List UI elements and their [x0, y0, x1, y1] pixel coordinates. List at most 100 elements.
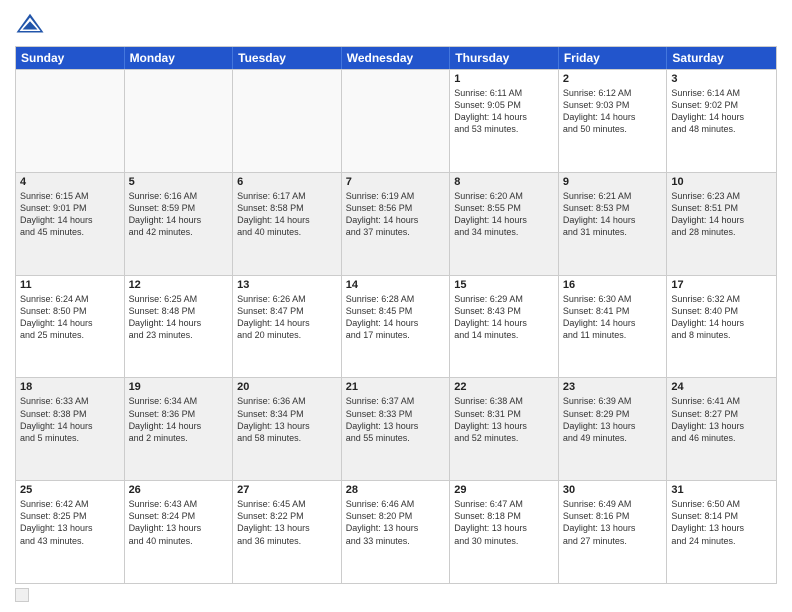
day-cell-17: 17 Sunrise: 6:32 AM Sunset: 8:40 PM Dayli… — [667, 276, 776, 378]
day-info-1: Sunrise: 6:11 AM Sunset: 9:05 PM Dayligh… — [454, 87, 554, 136]
day-number-26: 26 — [129, 484, 229, 496]
day-cell-27: 27 Sunrise: 6:45 AM Sunset: 8:22 PM Dayli… — [233, 481, 342, 583]
day-number-2: 2 — [563, 73, 663, 85]
day-info-12: Sunrise: 6:25 AM Sunset: 8:48 PM Dayligh… — [129, 293, 229, 342]
day-cell-7: 7 Sunrise: 6:19 AM Sunset: 8:56 PM Daylig… — [342, 173, 451, 275]
day-number-7: 7 — [346, 176, 446, 188]
day-info-19: Sunrise: 6:34 AM Sunset: 8:36 PM Dayligh… — [129, 395, 229, 444]
week-row-2: 11 Sunrise: 6:24 AM Sunset: 8:50 PM Dayli… — [16, 275, 776, 378]
day-cell-26: 26 Sunrise: 6:43 AM Sunset: 8:24 PM Dayli… — [125, 481, 234, 583]
day-cell-21: 21 Sunrise: 6:37 AM Sunset: 8:33 PM Dayli… — [342, 378, 451, 480]
day-number-27: 27 — [237, 484, 337, 496]
day-cell-28: 28 Sunrise: 6:46 AM Sunset: 8:20 PM Dayli… — [342, 481, 451, 583]
day-number-21: 21 — [346, 381, 446, 393]
day-info-25: Sunrise: 6:42 AM Sunset: 8:25 PM Dayligh… — [20, 498, 120, 547]
week-row-0: 1 Sunrise: 6:11 AM Sunset: 9:05 PM Daylig… — [16, 69, 776, 172]
day-info-23: Sunrise: 6:39 AM Sunset: 8:29 PM Dayligh… — [563, 395, 663, 444]
day-info-13: Sunrise: 6:26 AM Sunset: 8:47 PM Dayligh… — [237, 293, 337, 342]
day-number-3: 3 — [671, 73, 772, 85]
day-number-12: 12 — [129, 279, 229, 291]
day-cell-19: 19 Sunrise: 6:34 AM Sunset: 8:36 PM Dayli… — [125, 378, 234, 480]
day-cell-16: 16Sunrise: 6:30 AM Sunset: 8:41 PM Dayli… — [559, 276, 668, 378]
day-number-19: 19 — [129, 381, 229, 393]
day-info-17: Sunrise: 6:32 AM Sunset: 8:40 PM Dayligh… — [671, 293, 772, 342]
day-number-30: 30 — [563, 484, 663, 496]
day-number-23: 23 — [563, 381, 663, 393]
day-number-8: 8 — [454, 176, 554, 188]
day-cell-2: 2 Sunrise: 6:12 AM Sunset: 9:03 PM Daylig… — [559, 70, 668, 172]
day-number-29: 29 — [454, 484, 554, 496]
day-cell-18: 18 Sunrise: 6:33 AM Sunset: 8:38 PM Dayli… — [16, 378, 125, 480]
page: SundayMondayTuesdayWednesdayThursdayFrid… — [0, 0, 792, 612]
day-info-6: Sunrise: 6:17 AM Sunset: 8:58 PM Dayligh… — [237, 190, 337, 239]
empty-cell-w0-d0 — [16, 70, 125, 172]
day-info-21: Sunrise: 6:37 AM Sunset: 8:33 PM Dayligh… — [346, 395, 446, 444]
legend-box — [15, 588, 29, 602]
empty-cell-w0-d1 — [125, 70, 234, 172]
day-cell-8: 8Sunrise: 6:20 AM Sunset: 8:55 PM Daylig… — [450, 173, 559, 275]
day-cell-9: 9 Sunrise: 6:21 AM Sunset: 8:53 PM Daylig… — [559, 173, 668, 275]
day-cell-6: 6Sunrise: 6:17 AM Sunset: 8:58 PM Daylig… — [233, 173, 342, 275]
day-info-3: Sunrise: 6:14 AM Sunset: 9:02 PM Dayligh… — [671, 87, 772, 136]
day-cell-15: 15Sunrise: 6:29 AM Sunset: 8:43 PM Dayli… — [450, 276, 559, 378]
day-info-2: Sunrise: 6:12 AM Sunset: 9:03 PM Dayligh… — [563, 87, 663, 136]
day-number-5: 5 — [129, 176, 229, 188]
day-number-28: 28 — [346, 484, 446, 496]
header-day-wednesday: Wednesday — [342, 47, 451, 69]
day-number-9: 9 — [563, 176, 663, 188]
empty-cell-w0-d2 — [233, 70, 342, 172]
day-cell-31: 31Sunrise: 6:50 AM Sunset: 8:14 PM Dayli… — [667, 481, 776, 583]
header-day-tuesday: Tuesday — [233, 47, 342, 69]
week-row-1: 4Sunrise: 6:15 AM Sunset: 9:01 PM Daylig… — [16, 172, 776, 275]
day-cell-4: 4Sunrise: 6:15 AM Sunset: 9:01 PM Daylig… — [16, 173, 125, 275]
day-cell-14: 14Sunrise: 6:28 AM Sunset: 8:45 PM Dayli… — [342, 276, 451, 378]
day-cell-23: 23 Sunrise: 6:39 AM Sunset: 8:29 PM Dayli… — [559, 378, 668, 480]
day-info-11: Sunrise: 6:24 AM Sunset: 8:50 PM Dayligh… — [20, 293, 120, 342]
header-day-sunday: Sunday — [16, 47, 125, 69]
day-cell-29: 29 Sunrise: 6:47 AM Sunset: 8:18 PM Dayli… — [450, 481, 559, 583]
day-cell-22: 22 Sunrise: 6:38 AM Sunset: 8:31 PM Dayli… — [450, 378, 559, 480]
calendar-header-row: SundayMondayTuesdayWednesdayThursdayFrid… — [16, 47, 776, 69]
day-cell-12: 12 Sunrise: 6:25 AM Sunset: 8:48 PM Dayli… — [125, 276, 234, 378]
day-info-24: Sunrise: 6:41 AM Sunset: 8:27 PM Dayligh… — [671, 395, 772, 444]
header-day-saturday: Saturday — [667, 47, 776, 69]
day-info-27: Sunrise: 6:45 AM Sunset: 8:22 PM Dayligh… — [237, 498, 337, 547]
header-day-monday: Monday — [125, 47, 234, 69]
logo — [15, 10, 49, 40]
week-row-4: 25Sunrise: 6:42 AM Sunset: 8:25 PM Dayli… — [16, 480, 776, 583]
legend — [15, 588, 777, 602]
header — [15, 10, 777, 40]
day-number-24: 24 — [671, 381, 772, 393]
day-info-7: Sunrise: 6:19 AM Sunset: 8:56 PM Dayligh… — [346, 190, 446, 239]
day-info-14: Sunrise: 6:28 AM Sunset: 8:45 PM Dayligh… — [346, 293, 446, 342]
day-number-11: 11 — [20, 279, 120, 291]
day-info-28: Sunrise: 6:46 AM Sunset: 8:20 PM Dayligh… — [346, 498, 446, 547]
day-number-13: 13 — [237, 279, 337, 291]
day-number-10: 10 — [671, 176, 772, 188]
day-info-30: Sunrise: 6:49 AM Sunset: 8:16 PM Dayligh… — [563, 498, 663, 547]
day-number-4: 4 — [20, 176, 120, 188]
day-number-17: 17 — [671, 279, 772, 291]
day-cell-10: 10Sunrise: 6:23 AM Sunset: 8:51 PM Dayli… — [667, 173, 776, 275]
logo-icon — [15, 10, 45, 40]
day-info-20: Sunrise: 6:36 AM Sunset: 8:34 PM Dayligh… — [237, 395, 337, 444]
day-info-16: Sunrise: 6:30 AM Sunset: 8:41 PM Dayligh… — [563, 293, 663, 342]
day-cell-3: 3 Sunrise: 6:14 AM Sunset: 9:02 PM Daylig… — [667, 70, 776, 172]
day-number-1: 1 — [454, 73, 554, 85]
day-cell-30: 30 Sunrise: 6:49 AM Sunset: 8:16 PM Dayli… — [559, 481, 668, 583]
day-info-22: Sunrise: 6:38 AM Sunset: 8:31 PM Dayligh… — [454, 395, 554, 444]
day-cell-11: 11 Sunrise: 6:24 AM Sunset: 8:50 PM Dayli… — [16, 276, 125, 378]
day-info-18: Sunrise: 6:33 AM Sunset: 8:38 PM Dayligh… — [20, 395, 120, 444]
day-cell-5: 5Sunrise: 6:16 AM Sunset: 8:59 PM Daylig… — [125, 173, 234, 275]
day-cell-25: 25Sunrise: 6:42 AM Sunset: 8:25 PM Dayli… — [16, 481, 125, 583]
day-info-26: Sunrise: 6:43 AM Sunset: 8:24 PM Dayligh… — [129, 498, 229, 547]
week-row-3: 18 Sunrise: 6:33 AM Sunset: 8:38 PM Dayli… — [16, 377, 776, 480]
day-number-31: 31 — [671, 484, 772, 496]
day-info-29: Sunrise: 6:47 AM Sunset: 8:18 PM Dayligh… — [454, 498, 554, 547]
header-day-thursday: Thursday — [450, 47, 559, 69]
day-info-9: Sunrise: 6:21 AM Sunset: 8:53 PM Dayligh… — [563, 190, 663, 239]
day-number-18: 18 — [20, 381, 120, 393]
day-number-22: 22 — [454, 381, 554, 393]
calendar-body: 1 Sunrise: 6:11 AM Sunset: 9:05 PM Daylig… — [16, 69, 776, 583]
day-number-20: 20 — [237, 381, 337, 393]
